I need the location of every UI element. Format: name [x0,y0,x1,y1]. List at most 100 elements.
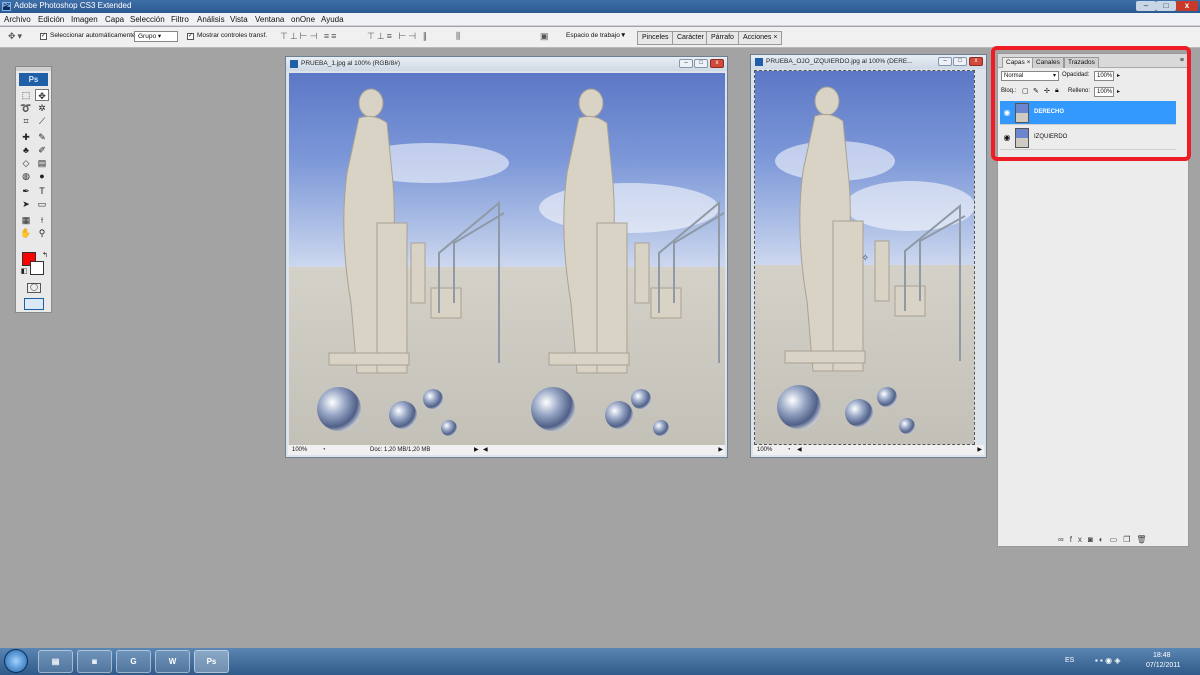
shape-tool-icon[interactable]: ▭ [35,198,49,210]
auto-select-checkbox[interactable]: ✓ [40,33,47,40]
new-layer-icon[interactable]: ❐ [1123,535,1136,544]
workspace-icon[interactable]: ▣ [540,31,551,42]
type-tool-icon[interactable]: T [35,185,49,197]
document-title-bar[interactable]: PRUEBA_OJO_IZQUIERDO.jpg al 100% (DERE..… [751,55,986,69]
distribute-buttons-icon[interactable]: ⊤⊥≡ ⊢⊣ ∥ [367,31,429,42]
status-arrow-icon[interactable]: ▶ [474,445,479,455]
brush-tool-icon[interactable]: ✎ [35,131,49,143]
quick-mask-icon[interactable]: ◯ [27,283,41,293]
camtasia-icon[interactable]: G [116,650,151,673]
doc-minimize-button[interactable]: – [938,57,952,66]
marquee-tool-icon[interactable]: ⬚ [19,89,33,101]
canvas-prueba1[interactable] [289,73,725,446]
layer-style-icon[interactable]: fx [1070,535,1088,544]
new-group-icon[interactable]: ▭ [1110,535,1124,544]
dock-tab-acciones[interactable]: Acciones × [738,31,783,45]
explorer-icon[interactable]: ▤ [38,650,73,673]
clone-stamp-icon[interactable]: ♣ [19,144,33,156]
ps-logo: Ps [19,73,48,86]
screen-mode-icon[interactable] [24,298,44,310]
menu-analisis[interactable]: Análisis [197,15,225,24]
document-title-bar[interactable]: PRUEBA_1.jpg al 100% (RGB/8#) – □ x [286,57,727,71]
menu-imagen[interactable]: Imagen [71,15,98,24]
scroll-left-icon[interactable]: ◀ [483,445,488,455]
delete-layer-icon[interactable]: 🗑︎ [1136,535,1152,544]
menu-edicion[interactable]: Edición [38,15,64,24]
document-window-prueba1[interactable]: PRUEBA_1.jpg al 100% (RGB/8#) – □ x 100%… [285,56,728,458]
scroll-right-icon[interactable]: ▶ [977,445,982,455]
toolbox-grip[interactable] [16,67,51,71]
word-icon[interactable]: W [155,650,190,673]
doc-maximize-button[interactable]: □ [953,57,967,66]
crop-tool-icon[interactable]: ⌗ [19,115,33,127]
media-icon[interactable]: ◙ [77,650,112,673]
align-buttons-icon[interactable]: ⊤⊥⊢⊣ ≡≡ [280,31,338,42]
move-tool-preset-icon[interactable]: ✥▾ [8,31,24,42]
taskbar: ▤ ◙ G W Ps ES ▪ ▪ ◉ ◈ 18:48 07/12/2011 [0,648,1200,675]
move-tool-icon[interactable]: ✥ [35,89,49,101]
menu-ventana[interactable]: Ventana [255,15,284,24]
zoom-tool-icon[interactable]: ⚲ [35,227,49,239]
swap-colors-icon[interactable]: ↰ [38,250,52,262]
menu-filtro[interactable]: Filtro [171,15,189,24]
scroll-left-icon[interactable]: ◀ [797,445,802,455]
doc-close-button[interactable]: x [969,57,983,66]
gradient-tool-icon[interactable]: ▤ [35,157,49,169]
stereo-scene-graphic [317,88,725,436]
doc-minimize-button[interactable]: – [679,59,693,68]
clock-date[interactable]: 07/12/2011 [1146,662,1181,669]
history-brush-icon[interactable]: ✐ [35,144,49,156]
lasso-tool-icon[interactable]: ➰ [19,102,33,114]
background-color-swatch[interactable] [30,261,44,275]
language-indicator[interactable]: ES [1065,657,1074,664]
hand-tool-icon[interactable]: ✋ [19,227,33,239]
start-button-icon[interactable] [4,649,28,673]
eraser-tool-icon[interactable]: ◇ [19,157,33,169]
tray-icons[interactable]: ▪ ▪ ◉ ◈ [1095,656,1120,665]
path-select-icon[interactable]: ➤ [19,198,33,210]
show-controls-checkbox[interactable]: ✓ [187,33,194,40]
dock-tab-parrafo[interactable]: Párrafo [706,31,739,45]
menu-capa[interactable]: Capa [105,15,124,24]
adjustment-layer-icon[interactable]: ◐ [1099,535,1110,544]
menu-ayuda[interactable]: Ayuda [321,15,344,24]
healing-tool-icon[interactable]: ✚ [19,131,33,143]
blur-tool-icon[interactable]: ◍ [19,170,33,182]
menu-vista[interactable]: Vista [230,15,248,24]
photoshop-icon[interactable]: Ps [194,650,229,673]
ps-document-icon [755,58,763,66]
layer-mask-icon[interactable]: ◙ [1088,535,1099,544]
canvas-ojo-izquierdo[interactable]: ✧ [754,70,975,445]
toolbox: Ps ⬚ ✥ ➰ ✲ ⌗ ⟋ ✚ ✎ ♣ ✐ ◇ ▤ ◍ ● ✒ T ➤ ▭ ▦… [15,66,52,313]
pen-tool-icon[interactable]: ✒ [19,185,33,197]
menu-archivo[interactable]: Archivo [4,15,31,24]
zoom-level[interactable]: 100% [757,445,772,455]
status-menu-icon[interactable]: ◔ [787,445,791,455]
eyedropper-icon[interactable]: ⟊ [35,214,49,226]
maximize-button[interactable]: □ [1156,1,1176,11]
default-colors-icon[interactable]: ◧ [17,266,31,278]
dodge-tool-icon[interactable]: ● [35,170,49,182]
menu-seleccion[interactable]: Selección [130,15,165,24]
document-title: PRUEBA_1.jpg al 100% (RGB/8#) [301,60,400,67]
dock-tab-caracter[interactable]: Carácter [672,31,709,45]
zoom-level[interactable]: 100% [292,445,307,455]
doc-close-button[interactable]: x [710,59,724,68]
minimize-button[interactable]: – [1136,1,1156,11]
clock-time[interactable]: 18:48 [1153,652,1171,659]
menu-onone[interactable]: onOne [291,15,315,24]
close-button[interactable]: x [1176,1,1198,11]
status-menu-icon[interactable]: ◔ [322,445,326,455]
document-window-ojo-izquierdo[interactable]: PRUEBA_OJO_IZQUIERDO.jpg al 100% (DERE..… [750,54,987,458]
doc-maximize-button[interactable]: □ [694,59,708,68]
workspace-label[interactable]: Espacio de trabajo [566,32,620,39]
dock-tab-pinceles[interactable]: Pinceles [637,31,674,45]
scroll-right-icon[interactable]: ▶ [718,445,723,455]
magic-wand-icon[interactable]: ✲ [35,102,49,114]
notes-tool-icon[interactable]: ▦ [19,214,33,226]
link-layers-icon[interactable]: ∞ [1058,535,1070,544]
slice-tool-icon[interactable]: ⟋ [35,115,49,127]
workspace-chevron-icon[interactable]: ▼ [620,32,626,39]
auto-select-dropdown[interactable]: Grupo ▾ [134,31,178,42]
auto-align-icon[interactable]: ⫼ [456,31,462,42]
